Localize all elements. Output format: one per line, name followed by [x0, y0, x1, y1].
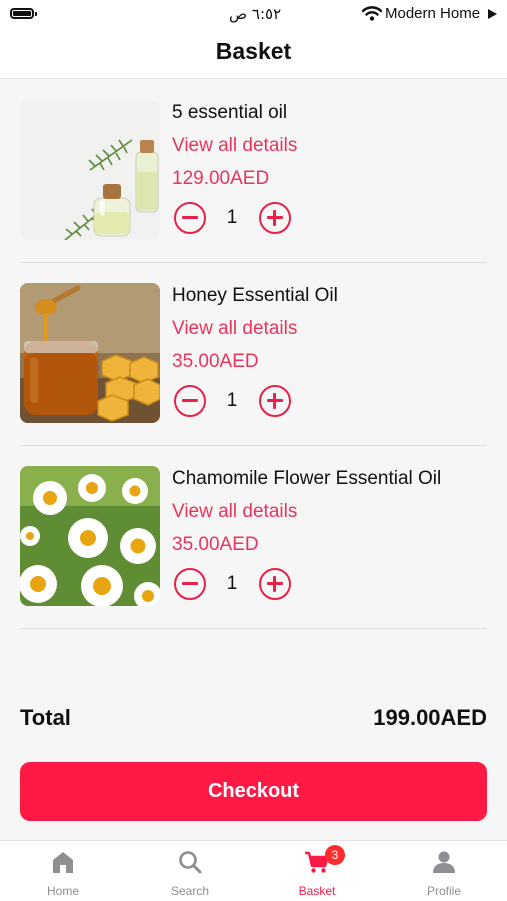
- status-bar: ٦:٥٢ ص Modern Home: [0, 0, 507, 28]
- product-image-chamomile[interactable]: [20, 466, 160, 606]
- home-icon: [53, 852, 73, 873]
- item-title: 5 essential oil: [172, 102, 288, 123]
- decrease-quantity-button[interactable]: [174, 202, 206, 234]
- basket-item: Chamomile Flower Essential Oil View all …: [0, 446, 507, 629]
- product-image-honey[interactable]: [20, 283, 160, 423]
- checkout-button[interactable]: Checkout: [20, 762, 487, 821]
- item-title: Chamomile Flower Essential Oil: [172, 468, 442, 489]
- total-value: 199.00AED: [373, 705, 487, 730]
- quantity-value: 1: [226, 390, 238, 411]
- quantity-value: 1: [226, 573, 238, 594]
- item-price: 35.00AED: [172, 351, 259, 372]
- product-image-essential-oil[interactable]: [20, 100, 160, 240]
- wifi-icon: [362, 6, 382, 21]
- profile-icon: [433, 851, 455, 873]
- total-label: Total: [20, 705, 71, 730]
- nav-header: Basket: [0, 28, 507, 79]
- view-details-link[interactable]: View all details: [172, 318, 297, 340]
- tab-label: Search: [170, 884, 210, 898]
- page-title: Basket: [215, 38, 292, 64]
- decrease-quantity-button[interactable]: [174, 568, 206, 600]
- decrease-quantity-button[interactable]: [174, 385, 206, 417]
- tab-basket[interactable]: 3 Basket: [254, 841, 380, 901]
- increase-quantity-button[interactable]: [259, 385, 291, 417]
- tab-label: Basket: [298, 884, 336, 898]
- view-details-link[interactable]: View all details: [172, 135, 297, 157]
- view-details-link[interactable]: View all details: [172, 501, 297, 523]
- tab-search[interactable]: Search: [127, 841, 253, 901]
- tab-label: Home: [46, 884, 79, 898]
- tab-home[interactable]: Home: [0, 841, 126, 901]
- status-time: ٦:٥٢ ص: [229, 5, 282, 23]
- quantity-value: 1: [226, 207, 238, 228]
- increase-quantity-button[interactable]: [259, 568, 291, 600]
- divider: [20, 628, 487, 629]
- tab-bar: Home Search 3 Basket Profile: [0, 840, 507, 901]
- cart-count-badge: 3: [325, 845, 345, 865]
- basket-item: 5 essential oil View all details 129.00A…: [0, 80, 507, 263]
- item-price: 35.00AED: [172, 534, 259, 555]
- item-price: 129.00AED: [172, 168, 270, 189]
- increase-quantity-button[interactable]: [259, 202, 291, 234]
- battery-icon: [10, 8, 37, 19]
- basket-item: Honey Essential Oil View all details 35.…: [0, 263, 507, 446]
- play-icon: [488, 9, 497, 19]
- search-icon: [179, 851, 202, 874]
- tab-profile[interactable]: Profile: [381, 841, 507, 901]
- tab-label: Profile: [426, 884, 461, 898]
- item-title: Honey Essential Oil: [172, 285, 338, 306]
- carrier-label: Modern Home: [385, 5, 481, 22]
